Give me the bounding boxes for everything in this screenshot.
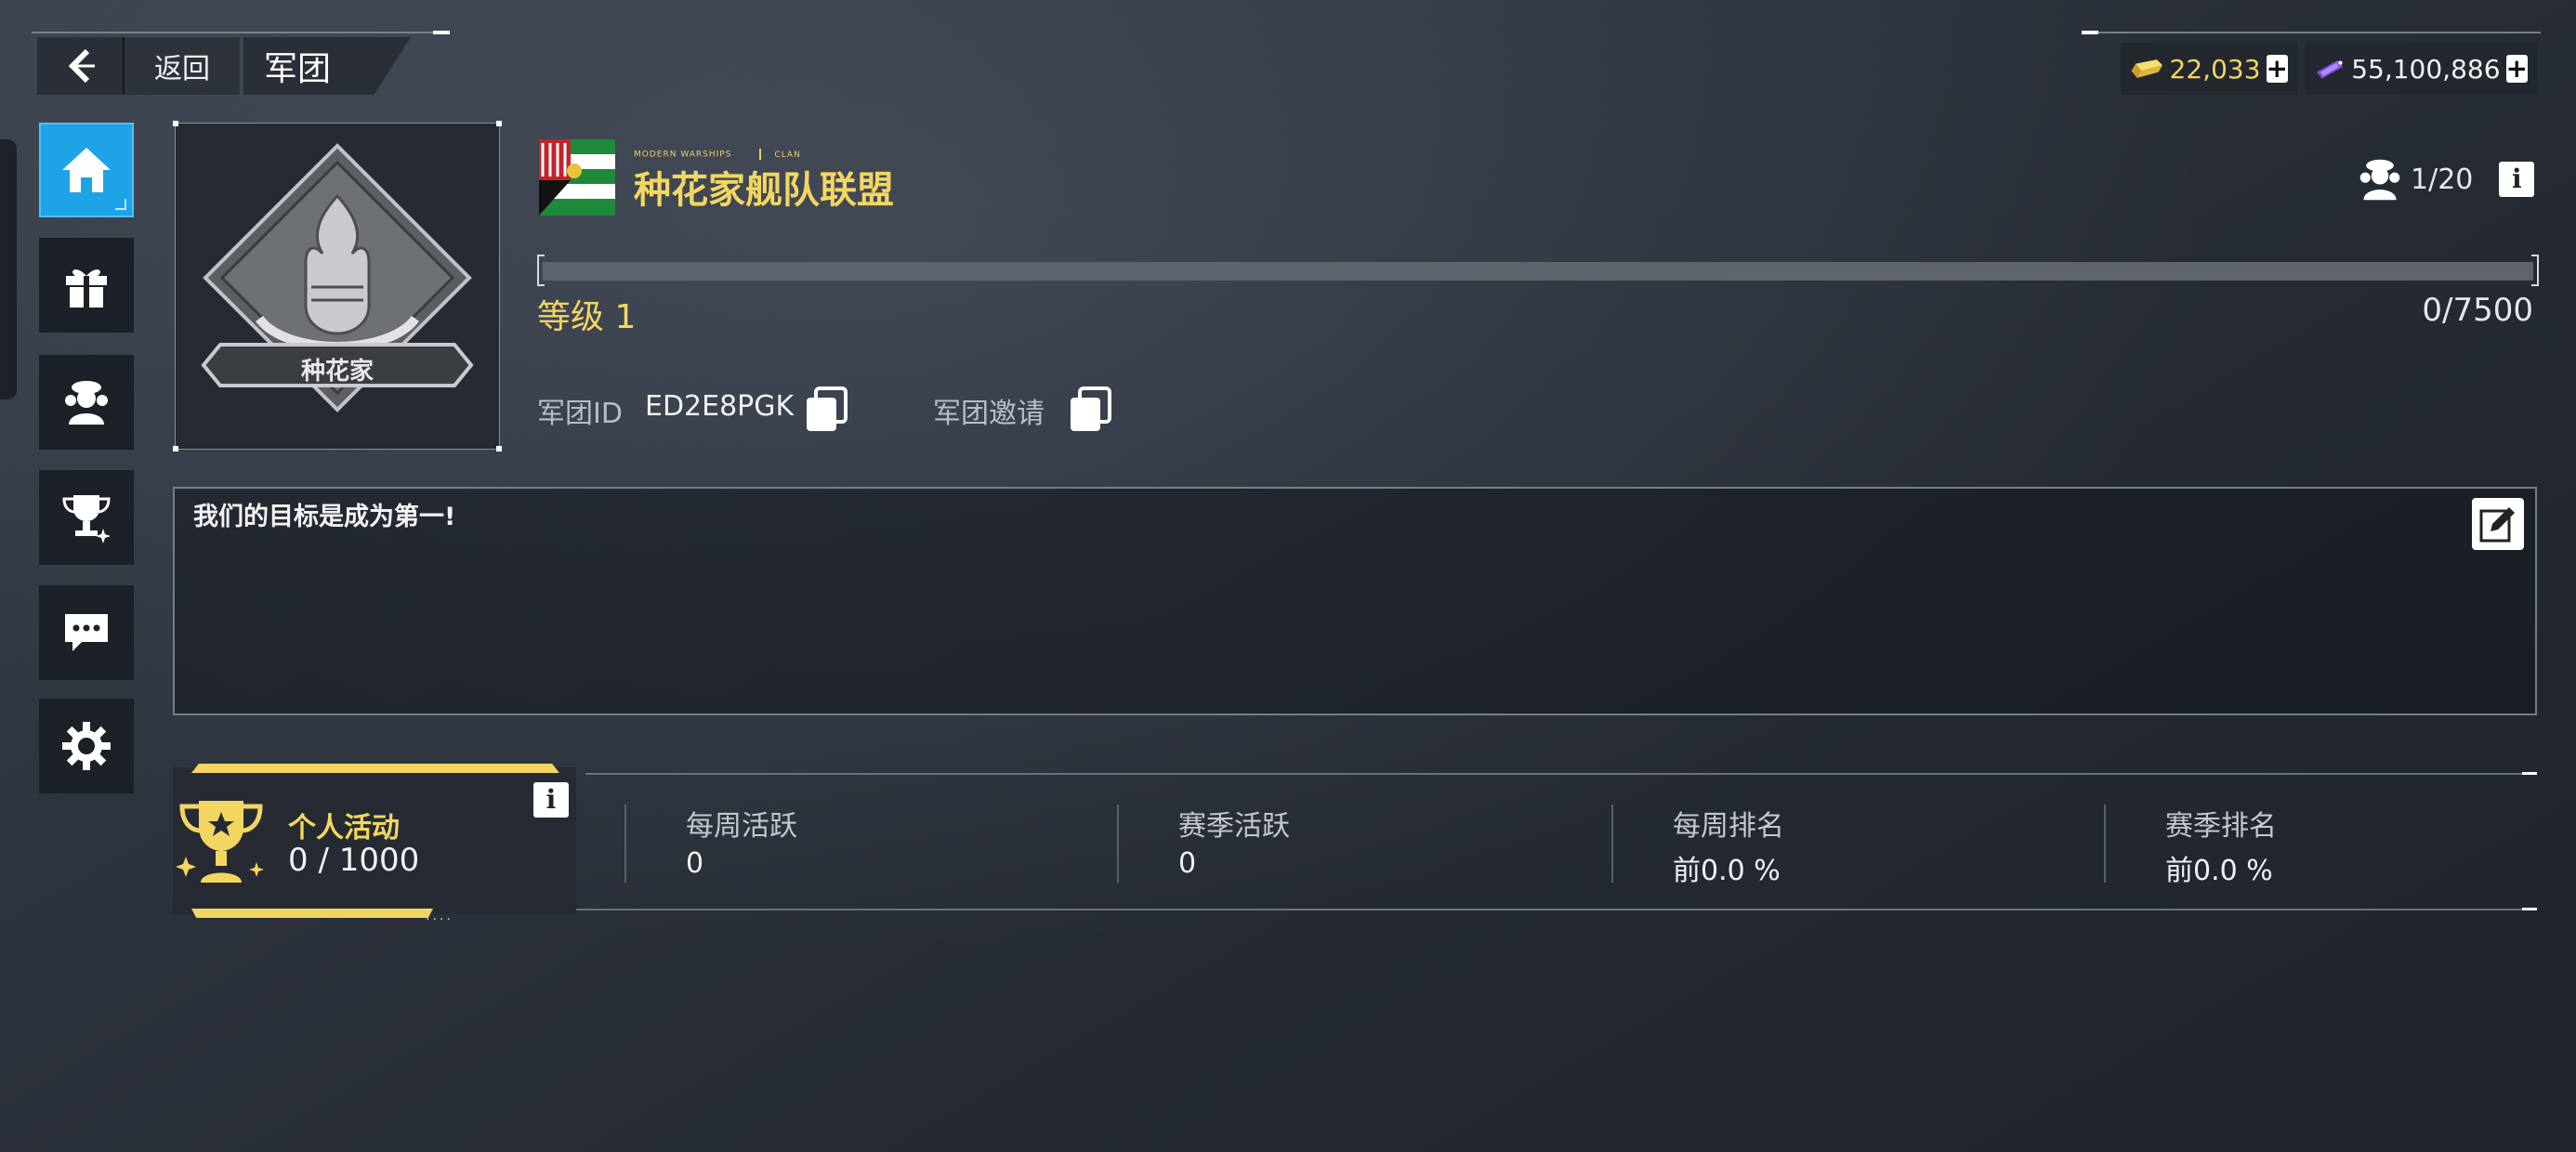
- weekly-activity-label: 每周活跃: [686, 810, 797, 843]
- gem-amount: 55,100,886: [2351, 53, 2501, 85]
- gold-trophy-icon: [176, 801, 264, 883]
- brand-caption: MODERN WARSHIPS CLAN: [634, 149, 801, 160]
- weekly-activity-value: 0: [686, 847, 704, 880]
- clan-level: 等级 1: [537, 298, 637, 336]
- stat-divider: [2104, 805, 2106, 883]
- fist-flame-emblem-icon: [201, 143, 474, 412]
- personal-activity-label: 个人活动: [288, 812, 400, 844]
- back-arrow-button[interactable]: [37, 37, 125, 95]
- trophy-icon: [62, 495, 111, 543]
- resource-frame-line: [2082, 31, 2541, 34]
- level-progress-bar: [543, 262, 2533, 281]
- chevron-left-icon: [68, 48, 95, 84]
- members-icon: [65, 381, 108, 425]
- chat-icon: [65, 614, 108, 651]
- personal-activity-value: 0 / 1000: [288, 842, 420, 879]
- gold-bar-icon: [2131, 59, 2163, 78]
- member-count[interactable]: 1/20 i: [2357, 156, 2535, 203]
- nav-gifts[interactable]: [39, 238, 134, 333]
- clan-xp: 0/7500: [2422, 292, 2533, 329]
- edit-icon: [2479, 507, 2515, 543]
- clan-emblem[interactable]: 种花家: [173, 121, 502, 452]
- progress-cap-right: [2531, 255, 2539, 286]
- brand-left: MODERN WARSHIPS: [634, 150, 732, 160]
- side-drawer-handle[interactable]: [0, 139, 17, 399]
- clan-id-label: 军团ID: [537, 398, 623, 430]
- premium-ticket-icon: [2316, 59, 2344, 79]
- gold-resource: 22,033 +: [2121, 43, 2297, 95]
- season-rank-label: 赛季排名: [2165, 810, 2277, 843]
- nav-rankings[interactable]: [39, 470, 134, 565]
- card-dots: ····: [426, 912, 453, 927]
- members-icon: [2359, 159, 2400, 201]
- stat-divider: [624, 805, 626, 883]
- clan-name: 种花家舰队联盟: [634, 169, 894, 212]
- season-activity-value: 0: [1178, 847, 1197, 880]
- gear-icon: [62, 722, 111, 770]
- gold-amount: 22,033: [2169, 53, 2261, 85]
- stat-divider: [1611, 805, 1613, 883]
- nav-settings[interactable]: [39, 699, 134, 793]
- info-icon[interactable]: i: [2499, 162, 2535, 197]
- nav-home[interactable]: [39, 123, 134, 217]
- copy-id-icon[interactable]: [801, 385, 851, 435]
- clan-description: 我们的目标是成为第一!: [193, 503, 456, 531]
- add-gems-button[interactable]: +: [2505, 55, 2528, 83]
- copy-invite-icon[interactable]: [1065, 385, 1115, 435]
- clan-description-box: [173, 487, 2537, 715]
- home-icon: [62, 148, 111, 192]
- weekly-rank-label: 每周排名: [1673, 810, 1784, 843]
- activity-row-top-line: [585, 772, 2537, 775]
- personal-activity-info-icon[interactable]: i: [533, 782, 569, 818]
- clan-invite-label: 军团邀请: [933, 398, 1045, 430]
- back-button[interactable]: 返回: [125, 37, 240, 95]
- weekly-rank-value: 前0.0 %: [1673, 855, 1781, 887]
- personal-card-bottom-strip: [191, 909, 433, 918]
- brand-right: CLAN: [774, 150, 801, 160]
- add-gold-button[interactable]: +: [2266, 55, 2288, 83]
- nav-chat[interactable]: [39, 585, 134, 680]
- clan-flag-icon: [539, 139, 615, 216]
- stat-divider: [1117, 805, 1119, 883]
- season-activity-label: 赛季活跃: [1178, 810, 1290, 843]
- gift-icon: [66, 269, 107, 308]
- progress-cap-left: [537, 255, 545, 286]
- clan-id-value: ED2E8PGK: [645, 390, 795, 423]
- member-count-value: 1/20: [2411, 163, 2474, 196]
- nav-members[interactable]: [39, 355, 134, 450]
- page-title: 军团: [243, 37, 411, 95]
- season-rank-value: 前0.0 %: [2165, 855, 2273, 887]
- personal-card-top-strip: [191, 764, 559, 773]
- emblem-tag: 种花家: [300, 358, 374, 386]
- gem-resource: 55,100,886 +: [2305, 43, 2537, 95]
- header-frame-line: [32, 31, 450, 34]
- edit-description-button[interactable]: [2472, 498, 2524, 550]
